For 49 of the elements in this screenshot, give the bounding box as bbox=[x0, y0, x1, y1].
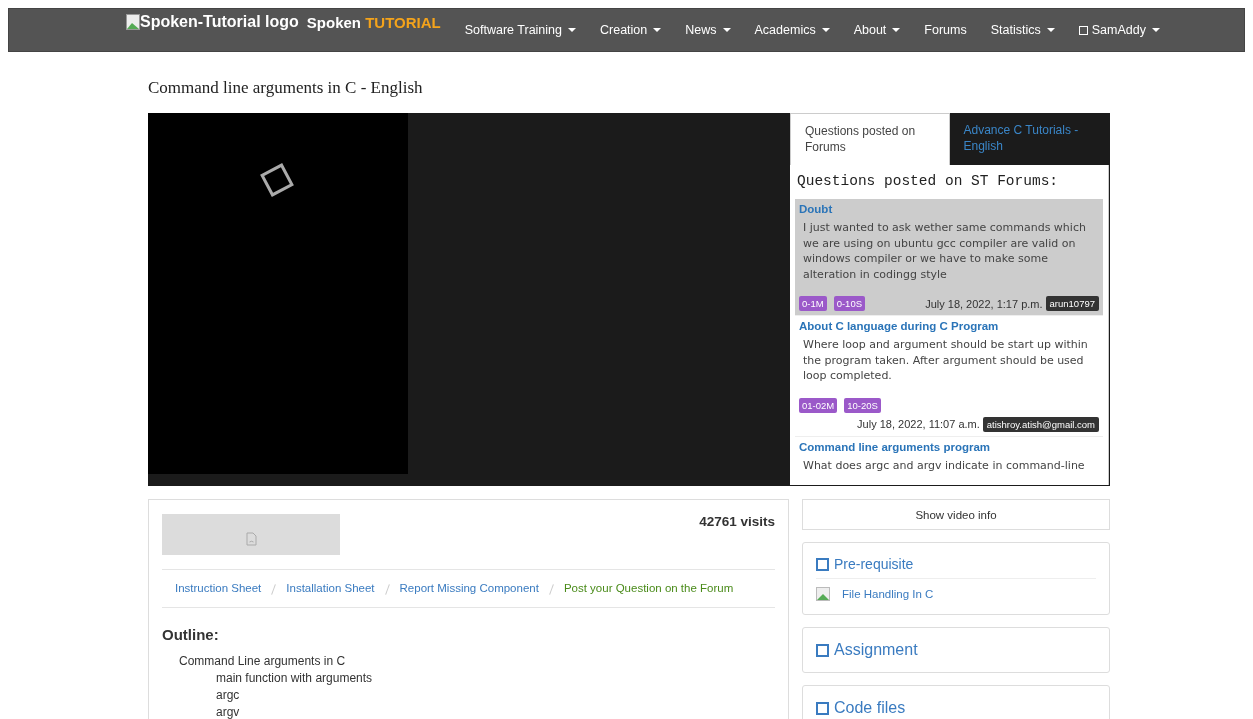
resource-link[interactable]: Instruction Sheet bbox=[175, 582, 262, 595]
nav-menu-item[interactable]: SamAddy bbox=[1066, 23, 1172, 37]
question-text: What does argc and argv indicate in command-line bbox=[802, 457, 1086, 473]
nav-menu-item[interactable]: Statistics bbox=[978, 23, 1067, 37]
question-title-link[interactable]: About C language during C Program bbox=[799, 320, 1099, 332]
logo-alt-text[interactable]: Spoken-Tutorial logo bbox=[140, 13, 299, 31]
question-title-link[interactable]: Command line arguments program bbox=[799, 440, 1099, 453]
nav-menu-item[interactable]: Software Training bbox=[452, 23, 588, 37]
outline-item: Command Line arguments in C bbox=[178, 653, 347, 670]
nav-menu-item[interactable]: Creation bbox=[588, 23, 674, 37]
brand-link[interactable]: Spoken TUTORIAL bbox=[306, 13, 441, 31]
resource-link[interactable]: Post your Question on the Forum bbox=[563, 582, 734, 595]
user-label: atishroy.atish@gmail.com bbox=[982, 416, 1099, 432]
broken-image-icon bbox=[126, 14, 140, 30]
nav-menu-item[interactable]: Academics bbox=[742, 23, 842, 37]
nav-menu-item[interactable]: News bbox=[673, 23, 743, 37]
square-icon bbox=[816, 643, 829, 657]
panel-title-link[interactable]: Code files bbox=[834, 699, 906, 717]
tag[interactable]: 01-02M bbox=[799, 397, 838, 413]
tutorial-link[interactable]: File Handling In C bbox=[842, 588, 934, 600]
outline-heading: Outline: bbox=[162, 626, 220, 643]
tab[interactable]: Questions posted on Forums bbox=[790, 113, 950, 165]
panel-title-link[interactable]: Pre-requisite bbox=[834, 556, 914, 572]
outline-item: argc bbox=[215, 687, 241, 704]
forum-heading: Questions posted on ST Forums: bbox=[797, 173, 1060, 189]
outline-item: argv bbox=[215, 704, 241, 719]
nav-menu-item[interactable]: About bbox=[841, 23, 913, 37]
tab[interactable]: Advance C Tutorials - English bbox=[949, 113, 1109, 165]
tag[interactable]: 0-10S bbox=[833, 296, 865, 311]
question-title-link[interactable]: Doubt bbox=[799, 203, 1099, 215]
square-icon bbox=[816, 557, 829, 571]
page-title: Command line arguments in C - English bbox=[148, 78, 424, 98]
broken-document-icon bbox=[245, 531, 257, 546]
nav-menu-item[interactable]: Forums bbox=[912, 23, 979, 37]
user-label: arun10797 bbox=[1045, 296, 1099, 311]
panel-title-link[interactable]: Assignment bbox=[834, 641, 918, 659]
square-icon bbox=[816, 701, 829, 715]
question-text: I just wanted to ask wether same commands which we are using on ubuntu gcc compiler are valid on windows compiler or we have to make some alteration in codingg style bbox=[802, 220, 1087, 282]
resource-link[interactable]: Installation Sheet bbox=[286, 582, 375, 595]
visit-count: 42761 visits bbox=[699, 514, 775, 529]
post-date: July 18, 2022, 1:17 p.m. bbox=[925, 297, 1043, 310]
show-video-info-button[interactable]: Show video info bbox=[802, 499, 1110, 530]
resource-link[interactable]: Report Missing Component bbox=[399, 582, 539, 595]
outline-item: main function with arguments bbox=[215, 670, 374, 687]
broken-image-icon bbox=[816, 587, 830, 601]
post-date: July 18, 2022, 11:07 a.m. bbox=[857, 418, 980, 430]
tag[interactable]: 0-1M bbox=[799, 296, 827, 311]
tag[interactable]: 10-20S bbox=[844, 397, 881, 413]
question-text: Where loop and argument should be start up within the program taken. After argument should be used loop completed. bbox=[802, 337, 1089, 384]
